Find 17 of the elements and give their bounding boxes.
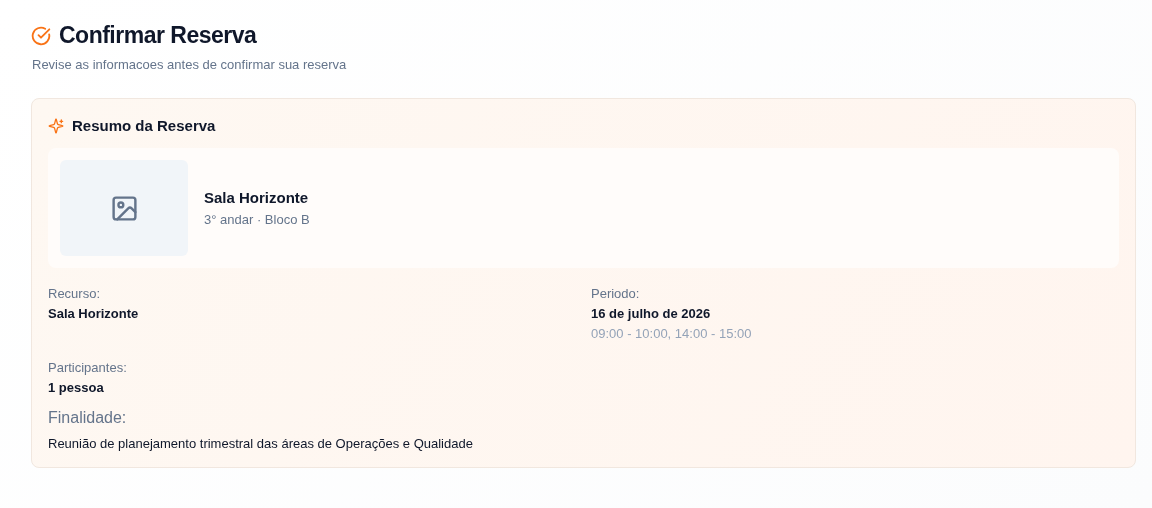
field-value: Sala Horizonte xyxy=(48,306,140,321)
field-value: 1 pessoa xyxy=(48,380,105,395)
sparkles-icon xyxy=(48,117,64,134)
image-icon xyxy=(109,193,139,223)
field-value: 16 de julho de 2026 xyxy=(591,306,712,321)
summary-title: Resumo da Reserva xyxy=(72,117,216,134)
page-subtitle: Revise as informacoes antes de confirmar sua reserva xyxy=(32,57,348,72)
field-label: Participantes: xyxy=(48,360,128,375)
field-label: Recurso: xyxy=(48,286,102,301)
check-circle-icon xyxy=(31,25,51,46)
field-label: Periodo: xyxy=(591,286,641,301)
purpose-label: Finalidade: xyxy=(48,409,128,427)
purpose-text: Reunião de planejamento trimestral das áreas de Operações e Qualidade xyxy=(48,436,474,451)
field-detail: 09:00 - 10:00, 14:00 - 15:00 xyxy=(591,326,753,341)
resource-name: Sala Horizonte xyxy=(204,189,310,206)
page-title: Confirmar Reserva xyxy=(59,22,257,49)
resource-location: 3° andar · Bloco B xyxy=(204,212,310,227)
